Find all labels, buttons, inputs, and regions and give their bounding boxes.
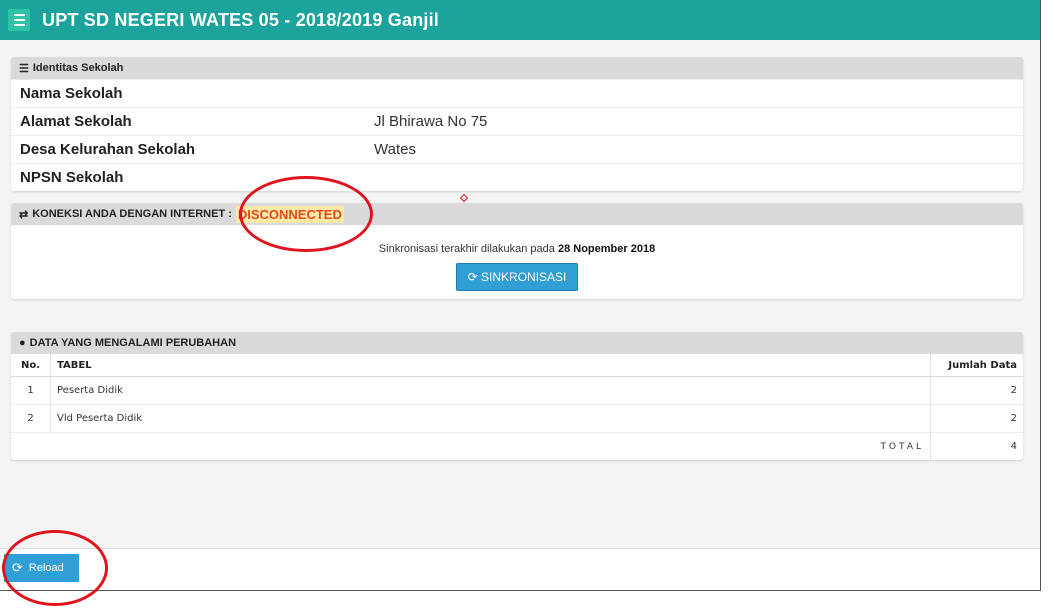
koneksi-panel: ⇄ KONEKSI ANDA DENGAN INTERNET : DISCONN… bbox=[11, 203, 1023, 299]
perubahan-heading: ● DATA YANG MENGALAMI PERUBAHAN bbox=[11, 332, 1023, 354]
perubahan-panel: ● DATA YANG MENGALAMI PERUBAHAN No. TABE… bbox=[11, 332, 1023, 460]
info-circle-icon: ● bbox=[19, 337, 26, 349]
last-sync-date: 28 Nopember 2018 bbox=[557, 243, 656, 255]
row-npsn: NPSN Sekolah bbox=[11, 163, 1023, 191]
table-total-row: TOTAL 4 bbox=[11, 432, 1023, 460]
perubahan-table: No. TABEL Jumlah Data 1 Peserta Didik 2 … bbox=[11, 354, 1023, 460]
page-title: UPT SD NEGERI WATES 05 - 2018/2019 Ganji… bbox=[42, 9, 440, 30]
table-row: 2 Vld Peserta Didik 2 bbox=[11, 404, 1023, 433]
connection-status-badge: DISCONNECTED bbox=[235, 205, 344, 223]
row-desa-kelurahan: Desa Kelurahan Sekolah Wates bbox=[11, 135, 1023, 163]
window-border bbox=[1040, 0, 1041, 590]
footer-bar bbox=[0, 548, 1040, 591]
row-nama-sekolah: Nama Sekolah bbox=[11, 79, 1023, 107]
koneksi-heading: ⇄ KONEKSI ANDA DENGAN INTERNET : DISCONN… bbox=[11, 203, 1023, 225]
identitas-panel: ☰ Identitas Sekolah Nama Sekolah Alamat … bbox=[11, 57, 1023, 191]
refresh-icon: ⟳ bbox=[12, 560, 23, 575]
sync-info: Sinkronisasi terakhir dilakukan pada 28 … bbox=[11, 225, 1023, 291]
top-bar: UPT SD NEGERI WATES 05 - 2018/2019 Ganji… bbox=[0, 0, 1040, 40]
exchange-icon: ⇄ bbox=[19, 208, 29, 221]
row-alamat-sekolah: Alamat Sekolah Jl Bhirawa No 75 bbox=[11, 107, 1023, 135]
identitas-heading: ☰ Identitas Sekolah bbox=[11, 57, 1023, 79]
table-row: 1 Peserta Didik 2 bbox=[11, 376, 1023, 405]
sinkronisasi-button[interactable]: ⟳ SINKRONISASI bbox=[455, 263, 579, 291]
window-border-bottom bbox=[0, 590, 1041, 591]
refresh-icon: ⟳ bbox=[467, 270, 478, 284]
hamburger-icon[interactable] bbox=[8, 9, 30, 31]
table-header-row: No. TABEL Jumlah Data bbox=[11, 354, 1023, 377]
reload-button[interactable]: ⟳ Reload bbox=[4, 554, 79, 582]
list-icon: ☰ bbox=[19, 62, 29, 75]
